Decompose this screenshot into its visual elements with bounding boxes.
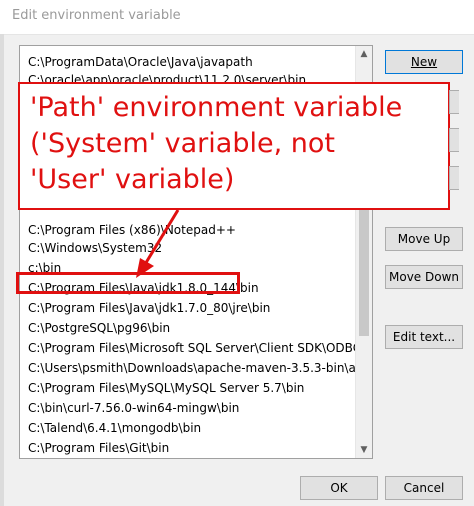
path-entry-row[interactable]: C:\Users\psmith\Downloads\apache-maven-3… [20,358,358,378]
new-button[interactable]: New [385,50,463,74]
move-down-button[interactable]: Move Down [385,265,463,289]
annotation-line-1: 'Path' environment variable [30,92,403,123]
path-entry-row[interactable]: C:\Talend\6.4.1\mongodb\bin [20,418,358,438]
path-entry-row[interactable]: C:\Program Files\Git\bin [20,438,358,458]
background-window-edge [0,34,4,506]
path-entry-row[interactable]: C:\Program Files\Microsoft SQL Server\Cl… [20,338,358,358]
title-bar: Edit environment variable [0,0,474,35]
path-entry-row[interactable]: C:\Program Files\MySQL\MySQL Server 5.7\… [20,378,358,398]
scroll-up-arrow-icon[interactable]: ▲ [356,46,372,62]
selected-entry-highlight [16,272,240,294]
edit-text-button[interactable]: Edit text... [385,325,463,349]
path-entry-row[interactable]: C:\ProgramData\Oracle\Java\javapath [20,52,358,72]
path-entry-row[interactable]: C:\Program Files\Java\jdk1.7.0_80\jre\bi… [20,298,358,318]
ok-button[interactable]: OK [300,476,378,500]
path-entry-row[interactable]: C:\PostgreSQL\pg96\bin [20,318,358,338]
cancel-button[interactable]: Cancel [385,476,463,500]
path-entry-row[interactable]: C:\bin\curl-7.56.0-win64-mingw\bin [20,398,358,418]
delete-button[interactable] [449,166,459,190]
annotation-callout: 'Path' environment variable ('System' va… [18,82,450,210]
annotation-arrow-icon [136,209,180,278]
edit-button[interactable] [449,90,459,114]
annotation-line-3: 'User' variable) [30,164,235,195]
scroll-down-arrow-icon[interactable]: ▼ [356,442,372,458]
browse-button[interactable] [449,128,459,152]
window-title: Edit environment variable [12,8,181,23]
annotation-line-2: ('System' variable, not [30,128,335,159]
move-up-button[interactable]: Move Up [385,227,463,251]
